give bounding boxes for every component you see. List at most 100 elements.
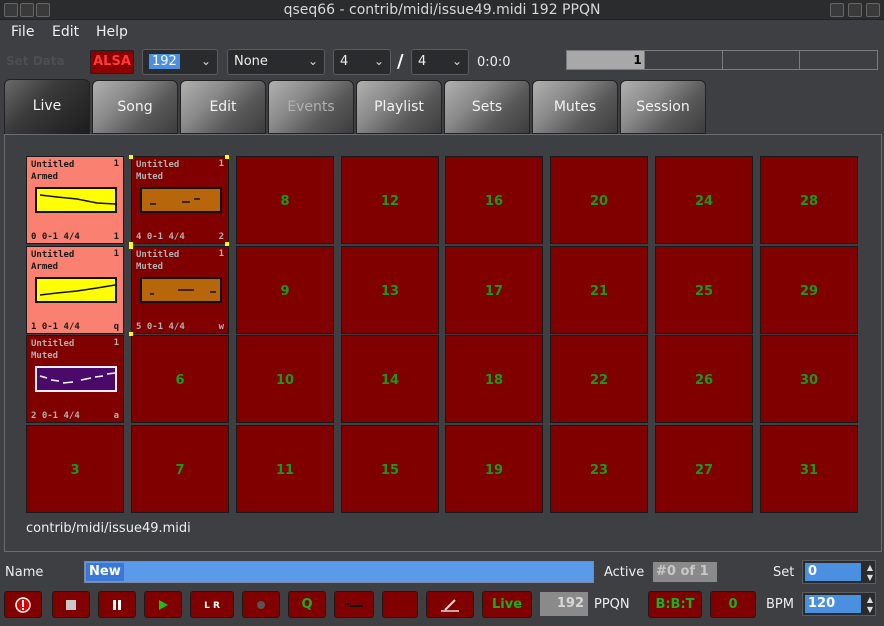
slot-state: Muted [136, 262, 164, 272]
pattern-slot[interactable]: 22 [550, 335, 648, 423]
slot-state: Armed [31, 172, 59, 182]
pattern-slot[interactable]: 7 [131, 425, 229, 513]
pattern-slot[interactable]: 3 [26, 425, 124, 513]
tab-events-label: Events [287, 99, 335, 115]
tab-events: Events [268, 80, 354, 134]
pattern-slot[interactable]: 18 [445, 335, 543, 423]
menu-edit[interactable]: Edit [52, 24, 79, 40]
spin-up-icon[interactable]: ▲ [867, 595, 873, 605]
beats-per-bar-combo[interactable]: 4 ⌄ [333, 49, 391, 75]
name-input[interactable]: New [84, 561, 594, 583]
tab-session-label: Session [636, 99, 690, 115]
pattern-slot[interactable]: 28 [760, 156, 858, 244]
menu-help[interactable]: Help [96, 24, 128, 40]
pattern-slot[interactable]: 15 [341, 425, 439, 513]
spin-up-icon[interactable]: ▲ [867, 563, 873, 573]
snap-combo[interactable]: None ⌄ [227, 49, 325, 75]
quantize-button[interactable]: Q [288, 591, 326, 618]
tab-session[interactable]: Session [620, 80, 706, 134]
pattern-slot[interactable]: 9 [236, 246, 334, 334]
song-record-button[interactable] [382, 591, 418, 618]
pattern-slot[interactable]: Untitled Armed 1 0 0-1 4/4 1 [26, 156, 124, 244]
pattern-slot[interactable]: 24 [655, 156, 753, 244]
pause-icon [113, 599, 121, 610]
pattern-slot[interactable]: 10 [236, 335, 334, 423]
selection-corner [129, 155, 133, 159]
pattern-slot[interactable]: Untitled Armed 1 1 0-1 4/4 q [26, 246, 124, 334]
selection-corner [129, 332, 133, 336]
pattern-slot[interactable]: 8 [236, 156, 334, 244]
alsa-button[interactable]: ALSA [90, 50, 134, 74]
active-readout: #0 of 1 [653, 562, 717, 582]
slot-number: 31 [799, 463, 819, 478]
play-button[interactable] [144, 591, 182, 618]
pattern-slot[interactable]: 31 [760, 425, 858, 513]
tab-playlist[interactable]: Playlist [356, 80, 442, 134]
pattern-slot[interactable]: 20 [550, 156, 648, 244]
pause-button[interactable] [98, 591, 136, 618]
pattern-slot[interactable]: 13 [341, 246, 439, 334]
pattern-slot[interactable]: 27 [655, 425, 753, 513]
pattern-slot[interactable]: 17 [445, 246, 543, 334]
tap-button[interactable]: 0 [710, 591, 756, 618]
tab-mutes[interactable]: Mutes [532, 80, 618, 134]
live-mode-button[interactable]: Live [482, 591, 532, 618]
tab-edit[interactable]: Edit [180, 80, 266, 134]
pattern-slot[interactable]: Untitled Muted 1 5 0-1 4/4 w [131, 246, 229, 334]
record-button[interactable] [242, 591, 280, 618]
tab-sets-label: Sets [471, 99, 503, 115]
bpm-value: 120 [805, 595, 861, 613]
tab-song[interactable]: Song [92, 80, 178, 134]
pattern-slot[interactable]: 16 [445, 156, 543, 244]
keep-queue-button[interactable] [334, 591, 374, 618]
pattern-slot[interactable]: 26 [655, 335, 753, 423]
slot-number: 29 [799, 284, 819, 299]
pattern-slot[interactable]: 25 [655, 246, 753, 334]
minimize-icon[interactable] [830, 3, 844, 17]
spin-down-icon[interactable]: ▼ [867, 573, 873, 583]
ppqn-combo[interactable]: 192 ⌄ [142, 49, 218, 75]
position-readout: 0:0:0 [477, 55, 511, 70]
tab-live[interactable]: Live [4, 79, 90, 135]
spin-down-icon[interactable]: ▼ [867, 605, 873, 615]
pencil-icon [441, 598, 459, 612]
pattern-slot[interactable]: 14 [341, 335, 439, 423]
stop-button[interactable] [52, 591, 90, 618]
slot-number: 25 [694, 284, 714, 299]
beat-width-combo[interactable]: 4 ⌄ [411, 49, 469, 75]
close-icon[interactable] [866, 3, 880, 17]
bbt-toggle-button[interactable]: B:B:T [648, 591, 702, 618]
maximize-icon[interactable] [848, 3, 862, 17]
slot-number: 18 [484, 373, 504, 388]
stop-icon [66, 599, 76, 610]
tab-sets[interactable]: Sets [444, 80, 530, 134]
pattern-slot[interactable]: 6 [131, 335, 229, 423]
pattern-slot[interactable]: 11 [236, 425, 334, 513]
main-toolbar: Set Data ALSA 192 ⌄ None ⌄ 4 ⌄ / 4 ⌄ 0:0… [0, 46, 884, 76]
exclamation-icon [15, 596, 31, 613]
slot-number: 22 [589, 373, 609, 388]
slot-hotkey: w [218, 322, 224, 332]
slot-number: 11 [275, 463, 295, 478]
slot-number: 27 [694, 463, 714, 478]
pattern-slot[interactable]: 29 [760, 246, 858, 334]
pattern-slot[interactable]: 30 [760, 335, 858, 423]
slot-bus: 1 [218, 159, 224, 169]
tab-song-label: Song [117, 99, 153, 115]
pattern-slot[interactable]: 19 [445, 425, 543, 513]
pattern-slot[interactable]: Untitled Muted 1 2 0-1 4/4 a [26, 335, 124, 423]
slot-name: Untitled [31, 160, 75, 170]
set-spinbox[interactable]: 0 ▲ ▼ [802, 560, 876, 584]
bbt-label: B:B:T [655, 597, 695, 612]
pattern-slot[interactable]: 23 [550, 425, 648, 513]
panic-button[interactable] [4, 591, 42, 618]
pattern-slot[interactable]: 12 [341, 156, 439, 244]
pattern-slot[interactable]: 21 [550, 246, 648, 334]
edit-song-button[interactable] [426, 591, 474, 618]
pattern-slot[interactable]: Untitled Muted 1 4 0-1 4/4 2 [131, 156, 229, 244]
loop-button[interactable]: L R [190, 591, 234, 618]
bpm-spinbox[interactable]: 120 ▲ ▼ [802, 592, 876, 616]
slot-number: 28 [799, 194, 819, 209]
menu-file[interactable]: File [11, 24, 34, 40]
slot-name: Untitled [31, 250, 75, 260]
